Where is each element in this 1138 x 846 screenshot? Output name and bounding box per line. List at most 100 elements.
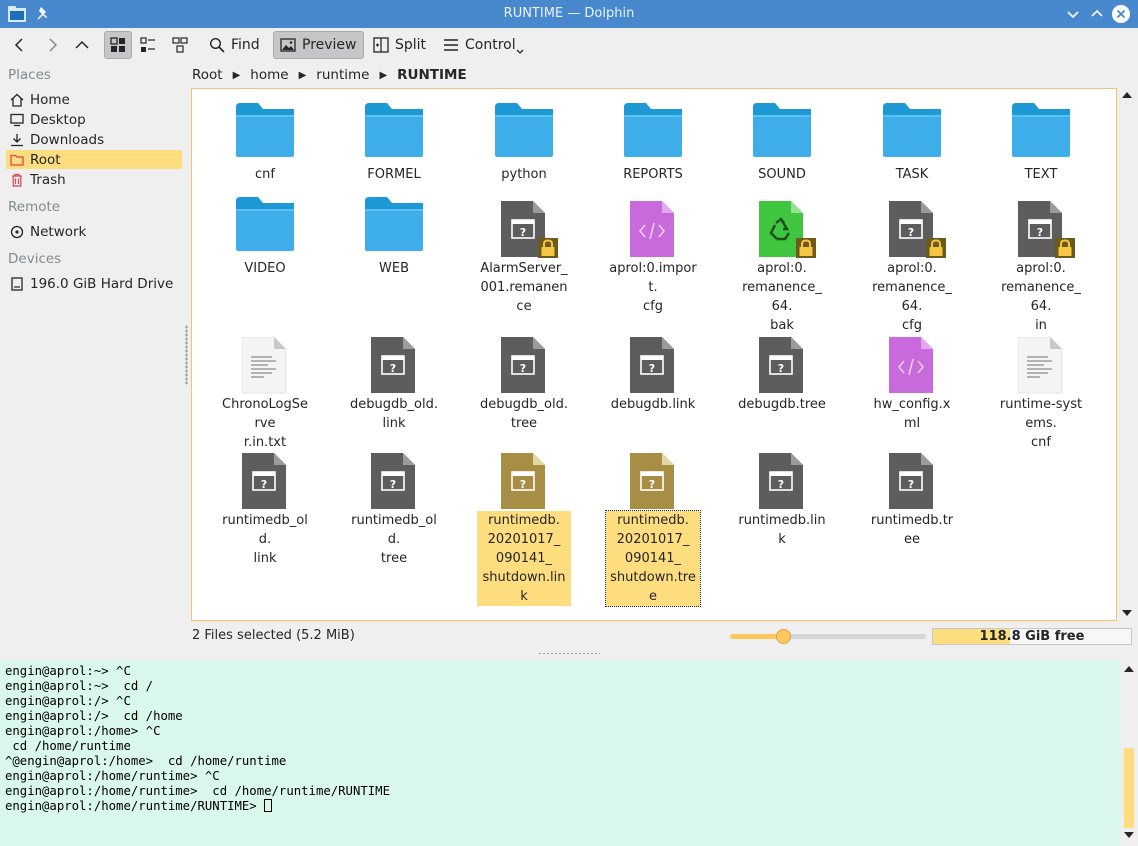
place-hard-drive[interactable]: 196.0 GiB Hard Drive <box>6 274 182 293</box>
file-view[interactable]: cnf FORMEL python REPORTS SOUND TASK TEXT VIDEO… <box>191 88 1117 621</box>
folder-item[interactable]: SOUND <box>735 99 829 184</box>
panel-splitter-handle[interactable] <box>185 325 188 385</box>
folder-icon <box>994 99 1088 165</box>
terminal-scrollbar[interactable] <box>1120 660 1138 846</box>
place-home[interactable]: Home <box>6 90 182 109</box>
file-item[interactable]: ? runtimedb.link <box>735 445 829 549</box>
split-button[interactable]: Split <box>367 31 432 59</box>
locked-file-icon: ? <box>994 193 1088 259</box>
back-button[interactable] <box>6 31 34 59</box>
terminal-splitter-handle[interactable] <box>538 652 600 655</box>
split-view-icon <box>373 37 389 53</box>
preview-button[interactable]: Preview <box>273 31 364 59</box>
file-item[interactable]: ? debugdb.link <box>606 329 700 414</box>
file-item[interactable]: runtime-systems. cnf <box>994 329 1088 452</box>
file-item[interactable]: ? debugdb_old. tree <box>477 329 571 433</box>
scroll-down-icon[interactable] <box>1122 610 1132 616</box>
terminal-line: engin@aprol:/> ^C <box>5 694 131 708</box>
split-label: Split <box>395 37 427 53</box>
places-section-title: Places <box>8 67 51 83</box>
compact-view-button[interactable] <box>134 31 162 59</box>
folder-red-icon <box>10 154 24 166</box>
file-item[interactable]: ? runtimedb. 20201017_ 090141_ shutdown.tree <box>605 445 701 607</box>
place-label: Trash <box>30 171 66 188</box>
breadcrumb-root[interactable]: Root <box>192 67 223 83</box>
terminal-line: cd /home/runtime <box>5 739 131 753</box>
file-item[interactable]: ? debugdb_old. link <box>347 329 441 433</box>
file-view-scrollbar[interactable] <box>1118 88 1134 621</box>
folder-icon <box>218 99 312 165</box>
scroll-up-icon[interactable] <box>1122 92 1132 98</box>
folder-item[interactable]: WEB <box>347 193 441 278</box>
place-downloads[interactable]: Downloads <box>6 130 182 149</box>
file-item[interactable]: ? runtimedb. 20201017_ 090141_ shutdown.link <box>477 445 571 606</box>
file-item[interactable]: ? AlarmServer_ 001.remanence <box>477 193 571 316</box>
scroll-down-icon[interactable] <box>1124 832 1134 838</box>
folder-item[interactable]: VIDEO <box>218 193 312 278</box>
terminal-scrollbar-thumb[interactable] <box>1124 748 1134 828</box>
place-root[interactable]: Root <box>6 150 182 169</box>
forward-button[interactable] <box>38 31 66 59</box>
icons-view-button[interactable] <box>104 31 132 59</box>
terminal-panel[interactable]: engin@aprol:~> ^C engin@aprol:~> cd / engi… <box>0 660 1120 846</box>
zoom-slider-handle[interactable] <box>775 629 791 644</box>
arrow-up-icon <box>75 40 89 49</box>
breadcrumb-current[interactable]: RUNTIME <box>397 67 467 83</box>
svg-text:?: ? <box>520 362 526 375</box>
file-item[interactable]: ? runtimedb_old. link <box>218 445 312 568</box>
harddrive-icon <box>11 276 23 291</box>
terminal-prompt-line: engin@aprol:/home/runtime/RUNTIME> <box>5 799 1120 814</box>
terminal-line: engin@aprol:~> cd / <box>5 679 154 693</box>
folder-item[interactable]: REPORTS <box>606 99 700 184</box>
place-desktop[interactable]: Desktop <box>6 110 182 129</box>
breadcrumb-separator-icon[interactable]: ▶ <box>233 70 241 81</box>
arrow-right-icon <box>49 38 58 52</box>
file-item[interactable]: ? runtimedb.tree <box>865 445 959 549</box>
place-label: Desktop <box>30 111 86 128</box>
control-label: Control <box>465 37 516 53</box>
file-item[interactable]: hw_config.xml <box>865 329 959 433</box>
folder-item[interactable]: TEXT <box>994 99 1088 184</box>
file-name-label: FORMEL <box>367 167 421 182</box>
file-name-label: runtimedb. 20201017_ 090141_ shutdown.tree <box>605 510 701 607</box>
up-button[interactable] <box>68 31 96 59</box>
scroll-up-icon[interactable] <box>1124 666 1134 672</box>
file-item[interactable]: ChronoLogServe r.in.txt <box>218 329 312 452</box>
folder-item[interactable]: FORMEL <box>347 99 441 184</box>
folder-item[interactable]: TASK <box>865 99 959 184</box>
breadcrumb-runtime[interactable]: runtime <box>316 67 369 83</box>
control-menu-button[interactable]: Control <box>437 31 530 59</box>
folder-icon <box>218 193 312 259</box>
file-item[interactable]: aprol:0. remanence_64. bak <box>735 193 829 335</box>
zoom-slider[interactable] <box>730 629 926 644</box>
close-button[interactable] <box>1112 5 1130 23</box>
breadcrumb-separator-icon[interactable]: ▶ <box>379 70 387 81</box>
file-name-label: debugdb_old. tree <box>480 397 568 431</box>
file-item[interactable]: ? debugdb.tree <box>735 329 829 414</box>
place-trash[interactable]: Trash <box>6 170 182 189</box>
folder-item[interactable]: cnf <box>218 99 312 184</box>
breadcrumb-separator-icon[interactable]: ▶ <box>299 70 307 81</box>
file-item[interactable]: ? runtimedb_old. tree <box>347 445 441 568</box>
svg-text:?: ? <box>908 226 914 239</box>
minimize-button[interactable] <box>1064 5 1082 23</box>
file-item[interactable]: ? aprol:0. remanence_64. in <box>994 193 1088 335</box>
details-view-button[interactable] <box>166 31 194 59</box>
unknown-file-icon: ? <box>347 329 441 395</box>
folder-item[interactable]: python <box>477 99 571 184</box>
free-space-bar[interactable]: 118.8 GiB free <box>932 628 1132 645</box>
details-view-icon <box>172 37 188 53</box>
svg-text:?: ? <box>649 362 655 375</box>
unknown-file-icon: ? <box>477 329 571 395</box>
maximize-button[interactable] <box>1088 5 1106 23</box>
place-network[interactable]: Network <box>6 222 182 241</box>
file-item[interactable]: aprol:0.import. cfg <box>606 193 700 316</box>
find-button[interactable]: Find <box>203 31 266 59</box>
locked-file-icon: ? <box>477 193 571 259</box>
remote-section-title: Remote <box>8 199 61 215</box>
svg-text:?: ? <box>520 478 526 491</box>
devices-section-title: Devices <box>8 251 62 267</box>
text-file-icon <box>218 329 312 395</box>
breadcrumb-home[interactable]: home <box>250 67 288 83</box>
file-item[interactable]: ? aprol:0. remanence_64. cfg <box>865 193 959 335</box>
